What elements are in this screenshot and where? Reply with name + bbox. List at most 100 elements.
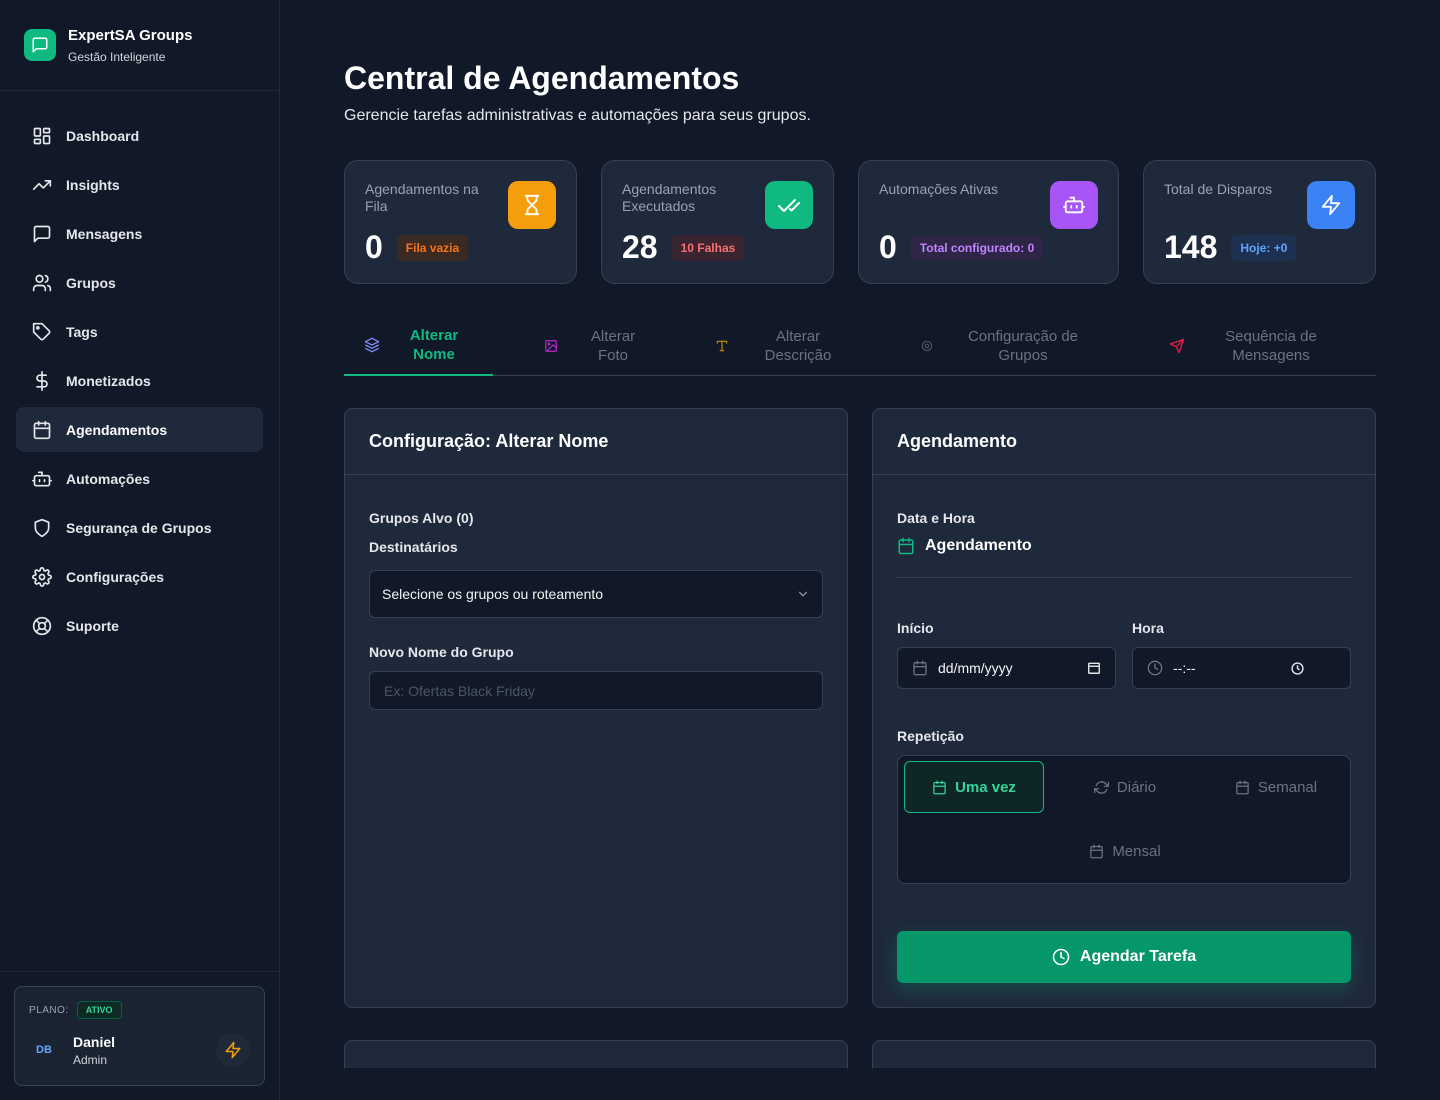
stat-label: Agendamentos na Fila [365, 181, 479, 214]
schedule-panel-title: Agendamento [873, 409, 1375, 475]
stat-badge: 10 Falhas [671, 234, 745, 261]
start-date-input[interactable]: dd/mm/yyyy [897, 647, 1116, 689]
tab-label: Alterar Descrição [764, 328, 832, 364]
sidebar-item-grupos[interactable]: Grupos [16, 260, 263, 305]
stat-card-queue: Agendamentos na Fila 0 Fila vazia [344, 160, 577, 284]
users-icon [32, 273, 52, 293]
time-value: --:-- [1173, 660, 1196, 676]
avatar: DB [36, 1044, 52, 1056]
dashboard-icon [32, 126, 52, 146]
recipients-value: Selecione os grupos ou roteamento [382, 586, 604, 602]
tab-sequencia-mensagens[interactable]: Sequência de Mensagens [1169, 316, 1349, 376]
tab-label: Alterar Foto [590, 328, 636, 364]
gear-icon [32, 566, 52, 587]
sidebar-item-label: Automações [66, 470, 151, 487]
sidebar-item-mensagens[interactable]: Mensagens [16, 211, 263, 256]
time-input[interactable]: --:-- [1132, 647, 1351, 689]
stat-badge: Hoje: +0 [1231, 234, 1297, 261]
chevron-down-icon [796, 587, 810, 601]
calendar-icon [912, 660, 928, 676]
text-icon [715, 339, 729, 353]
schedule-section-title: Agendamento [897, 537, 1032, 555]
stat-card-automations: Automações Ativas 0 Total configurado: 0 [858, 160, 1119, 284]
upgrade-button[interactable] [216, 1033, 250, 1067]
time-label: Hora [1132, 620, 1164, 636]
clock-icon [1052, 948, 1070, 966]
sidebar-item-dashboard[interactable]: Dashboard [16, 113, 263, 158]
sidebar-item-tags[interactable]: Tags [16, 309, 263, 354]
sidebar-item-label: Agendamentos [66, 421, 168, 438]
repeat-once-button[interactable]: Uma vez [904, 761, 1044, 813]
repeat-monthly-button[interactable]: Mensal [1055, 825, 1195, 877]
repeat-option-label: Semanal [1257, 778, 1318, 796]
repeat-weekly-button[interactable]: Semanal [1206, 761, 1346, 813]
sidebar: ExpertSA Groups Gestão Inteligente Dashb… [0, 0, 280, 1100]
plan-section: PLANO: ATIVO DB Daniel Admin [0, 971, 279, 1100]
tab-label: Configuração de Grupos [967, 328, 1079, 364]
config-panel: Configuração: Alterar Nome Grupos Alvo (… [344, 408, 848, 1008]
stat-value: 148 [1164, 229, 1218, 265]
sidebar-item-configuracoes[interactable]: Configurações [16, 554, 263, 599]
sidebar-item-suporte[interactable]: Suporte [16, 603, 263, 648]
page-bottom [280, 1068, 1440, 1100]
sidebar-item-seguranca[interactable]: Segurança de Grupos [16, 505, 263, 550]
sidebar-nav: Dashboard Insights Mensagens Grupos Tags… [0, 91, 279, 648]
plan-status-badge: ATIVO [76, 1001, 122, 1019]
image-icon [544, 339, 558, 353]
tab-alterar-nome[interactable]: Alterar Nome [344, 316, 493, 376]
sidebar-item-monetizados[interactable]: Monetizados [16, 358, 263, 403]
page-subtitle: Gerencie tarefas administrativas e autom… [344, 107, 811, 124]
sidebar-item-label: Grupos [66, 274, 116, 291]
chat-logo-icon [24, 29, 56, 61]
new-name-label: Novo Nome do Grupo [369, 644, 514, 660]
new-name-input[interactable] [369, 671, 823, 710]
stat-value: 0 [365, 229, 383, 265]
stat-card-dispatches: Total de Disparos 148 Hoje: +0 [1143, 160, 1376, 284]
stat-label: Total de Disparos [1164, 181, 1273, 197]
sidebar-item-insights[interactable]: Insights [16, 162, 263, 207]
user-role: Admin [73, 1052, 108, 1067]
schedule-panel: Agendamento Data e Hora Agendamento Iníc… [872, 408, 1376, 1008]
sidebar-item-label: Suporte [66, 617, 119, 634]
recipients-label: Destinatários [369, 539, 458, 555]
date-picker-icon[interactable] [1087, 661, 1101, 675]
sidebar-item-label: Configurações [66, 568, 165, 585]
plan-label: PLANO: [29, 1004, 69, 1016]
bolt-icon [224, 1041, 242, 1059]
start-date-value: dd/mm/yyyy [938, 660, 1013, 676]
double-check-icon [765, 181, 813, 229]
config-panel-title: Configuração: Alterar Nome [345, 409, 847, 475]
divider [897, 577, 1351, 578]
sidebar-item-agendamentos[interactable]: Agendamentos [16, 407, 263, 452]
page-title: Central de Agendamentos [344, 60, 740, 96]
send-icon [1169, 338, 1185, 354]
stat-label: Agendamentos Executados [622, 181, 717, 214]
tab-label: Sequência de Mensagens [1225, 328, 1317, 364]
tab-configuracao-grupos[interactable]: Configuração de Grupos [920, 316, 1100, 376]
clock-icon [1147, 660, 1163, 676]
schedule-task-button[interactable]: Agendar Tarefa [897, 931, 1351, 983]
repeat-option-label: Diário [1116, 778, 1157, 796]
schedule-task-label: Agendar Tarefa [1079, 948, 1197, 965]
brand-title: ExpertSA Groups [68, 26, 193, 44]
repeat-daily-button[interactable]: Diário [1055, 761, 1195, 813]
sidebar-item-label: Mensagens [66, 225, 143, 242]
shield-icon [32, 518, 52, 538]
trending-up-icon [32, 175, 52, 195]
calendar-icon [32, 420, 52, 440]
robot-icon [32, 469, 52, 489]
time-picker-icon[interactable] [1291, 661, 1304, 675]
refresh-icon [1093, 780, 1109, 795]
stat-value: 0 [879, 229, 897, 265]
repeat-label: Repetição [897, 728, 964, 744]
recipients-select[interactable]: Selecione os grupos ou roteamento [369, 570, 823, 618]
targets-label: Grupos Alvo (0) [369, 510, 474, 526]
tag-icon [32, 322, 52, 342]
layers-icon [364, 337, 380, 353]
tab-alterar-descricao[interactable]: Alterar Descrição [715, 316, 865, 376]
brand: ExpertSA Groups Gestão Inteligente [0, 0, 279, 91]
tab-alterar-foto[interactable]: Alterar Foto [544, 316, 664, 376]
robot-icon [1050, 181, 1098, 229]
sidebar-item-automacoes[interactable]: Automações [16, 456, 263, 501]
stat-badge: Fila vazia [396, 234, 469, 261]
